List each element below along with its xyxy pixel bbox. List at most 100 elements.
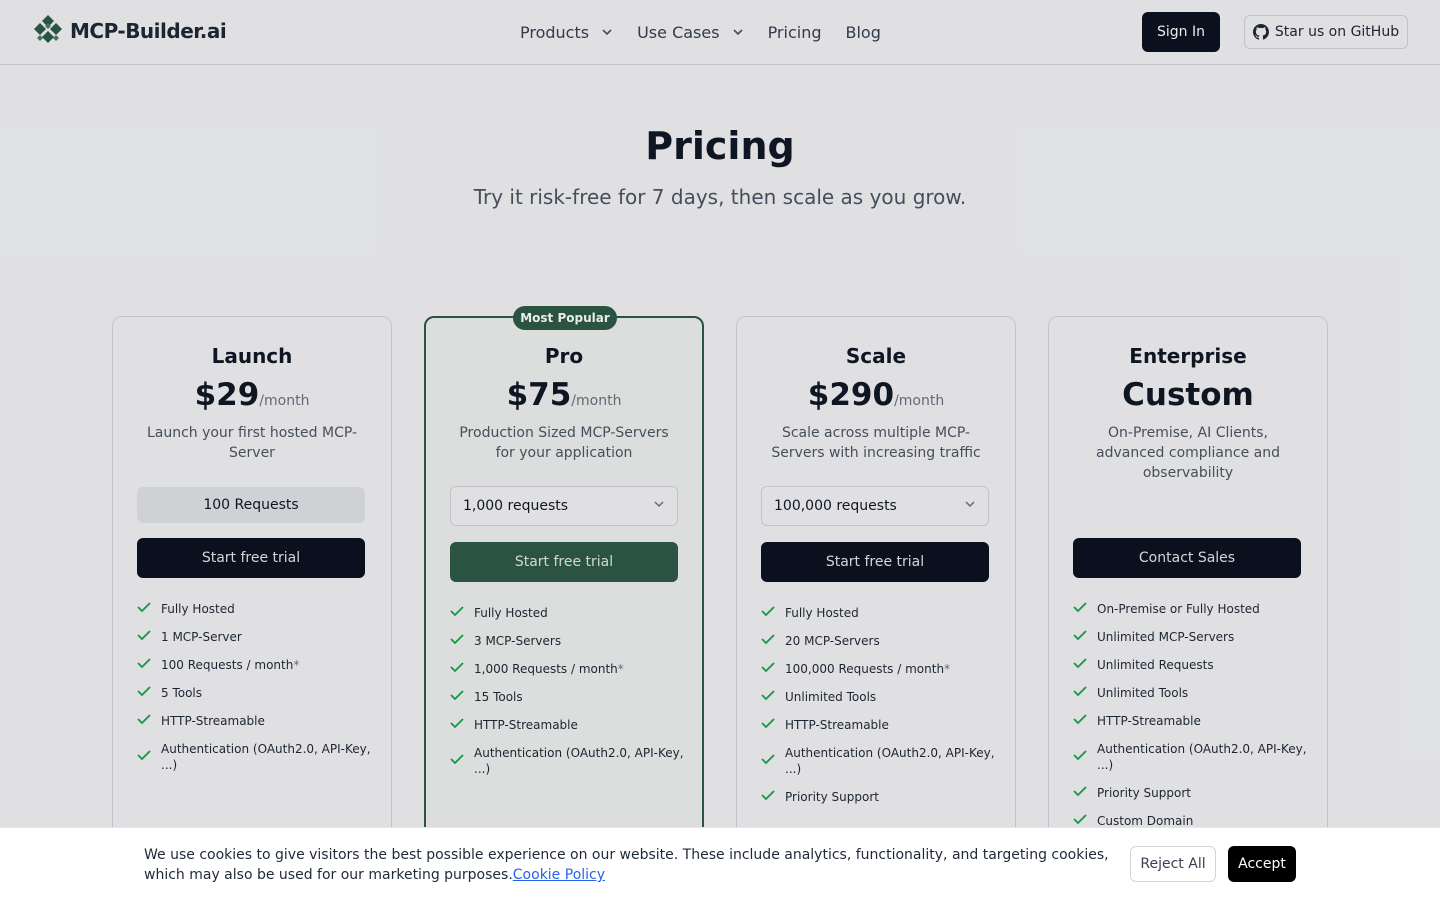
check-icon [1073,713,1087,729]
feature-text: Fully Hosted [161,602,235,616]
plan-name: Launch [211,344,293,368]
site-header: MCP-Builder.ai Products Use Cases Pricin… [0,0,1440,65]
plan-name: Pro [544,344,584,368]
requests-select-value: 1,000 requests [463,498,569,514]
check-icon [1073,657,1087,673]
cookie-message: We use cookies to give visitors the best… [144,847,1109,883]
feature-text: 100 Requests / month [161,658,294,672]
chevron-down-icon [601,23,613,42]
sign-in-button[interactable]: Sign In [1142,12,1220,52]
check-icon [761,717,775,733]
cookie-text: We use cookies to give visitors the best… [144,845,1114,885]
feature-list: Fully Hosted 3 MCP-Servers 1,000 Request… [450,605,690,789]
feature-text: Unlimited Requests [1097,658,1214,672]
feature-text: Priority Support [1097,786,1191,800]
github-icon [1252,24,1269,40]
start-free-trial-button[interactable]: Start free trial [137,538,365,578]
feature-item: HTTP-Streamable [1073,713,1313,729]
price-amount: $29 [194,377,260,413]
feature-item: 3 MCP-Servers [450,633,690,649]
feature-item: HTTP-Streamable [137,713,377,729]
feature-item: Authentication (OAuth2.0, API-Key, ...) [137,741,377,773]
check-icon [450,661,464,677]
feature-text: Fully Hosted [785,606,859,620]
check-icon [137,749,151,765]
requests-select[interactable]: 100,000 requests [761,486,989,526]
logo[interactable]: MCP-Builder.ai [32,14,227,48]
check-icon [761,689,775,705]
plan-description: Scale across multiple MCP-Servers with i… [771,425,981,461]
check-icon [450,717,464,733]
feature-text: 1 MCP-Server [161,630,242,644]
check-icon [137,601,151,617]
nav-use-cases[interactable]: Use Cases [637,20,767,44]
price-amount: $75 [506,377,572,413]
reject-all-button[interactable]: Reject All [1130,846,1216,882]
plan-name: Scale [845,344,907,368]
feature-item: Unlimited Tools [761,689,1001,705]
feature-item: Fully Hosted [137,601,377,617]
logo-text: MCP-Builder.ai [70,19,227,43]
check-icon [1073,749,1087,765]
feature-text: Unlimited Tools [785,690,877,704]
feature-list: On-Premise or Fully Hosted Unlimited MCP… [1073,601,1313,841]
plan-card-pro: Most Popular Pro $75/month Production Si… [424,306,704,876]
feature-text: 100,000 Requests / month [785,662,945,676]
feature-item: Authentication (OAuth2.0, API-Key, ...) [761,745,1001,777]
price-period: /month [259,393,310,409]
feature-list: Fully Hosted 20 MCP-Servers 100,000 Requ… [761,605,1001,817]
check-icon [761,753,775,769]
nav-blog[interactable]: Blog [846,20,881,44]
feature-list: Fully Hosted 1 MCP-Server 100 Requests /… [137,601,377,785]
check-icon [137,657,151,673]
feature-item: Priority Support [1073,785,1313,801]
check-icon [137,629,151,645]
feature-text: 20 MCP-Servers [785,634,880,648]
feature-text: 1,000 Requests / month [474,662,618,676]
check-icon [761,605,775,621]
plan-card-scale: Scale $290/month Scale across multiple M… [736,316,1016,876]
feature-text: On-Premise or Fully Hosted [1097,602,1260,616]
check-icon [761,661,775,677]
page-title: Pricing [645,124,795,168]
start-free-trial-button[interactable]: Start free trial [761,542,989,582]
asterisk: * [944,662,951,676]
check-icon [761,633,775,649]
contact-sales-button[interactable]: Contact Sales [1073,538,1301,578]
chevron-down-icon [732,23,744,42]
nav-products[interactable]: Products [520,20,637,44]
feature-item: Priority Support [761,789,1001,805]
check-icon [761,789,775,805]
plan-price: $75/month [426,377,702,413]
requests-box: 100 Requests [137,487,365,523]
requests-select[interactable]: 1,000 requests [450,486,678,526]
chevron-down-icon [653,498,665,514]
plan-card-enterprise: Enterprise Custom On-Premise, AI Clients… [1048,316,1328,876]
plan-description: On-Premise, AI Clients, advanced complia… [1096,425,1280,481]
price-amount: $290 [807,377,895,413]
chevron-down-icon [964,498,976,514]
logo-icon [34,15,62,43]
feature-item: 20 MCP-Servers [761,633,1001,649]
feature-text: HTTP-Streamable [474,718,578,732]
feature-item: Fully Hosted [450,605,690,621]
accept-button[interactable]: Accept [1228,846,1296,882]
plan-price: Custom [1049,377,1327,413]
start-free-trial-button[interactable]: Start free trial [450,542,678,582]
feature-item: 1 MCP-Server [137,629,377,645]
plan-name: Enterprise [1129,344,1247,368]
github-star-button[interactable]: Star us on GitHub [1244,15,1408,49]
feature-item: 1,000 Requests / month * [450,661,690,677]
feature-text: 3 MCP-Servers [474,634,562,648]
plan-card-launch: Launch $29/month Launch your first hoste… [112,316,392,876]
feature-item: 5 Tools [137,685,377,701]
check-icon [1073,685,1087,701]
check-icon [450,605,464,621]
nav-pricing[interactable]: Pricing [768,20,822,44]
page-subtitle: Try it risk-free for 7 days, then scale … [473,185,967,209]
check-icon [450,689,464,705]
feature-text: Authentication (OAuth2.0, API-Key, ...) [1097,742,1307,772]
asterisk: * [617,662,624,676]
cookie-policy-link[interactable]: Cookie Policy [513,867,605,883]
most-popular-badge: Most Popular [513,306,617,330]
